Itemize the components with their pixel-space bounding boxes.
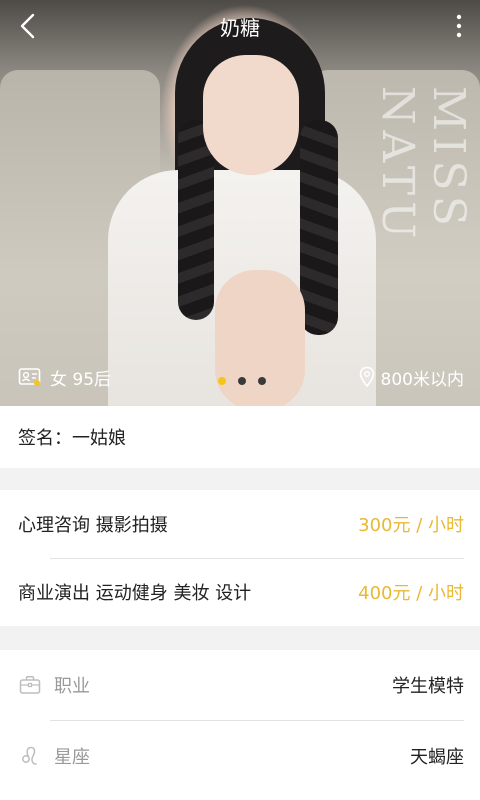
profile-photo[interactable]: MISS NATU 奶糖 女 95后 800米以内 (0, 0, 480, 406)
carousel-dot-active[interactable] (218, 377, 226, 385)
detail-label: 职业 (54, 676, 90, 697)
more-options-button[interactable] (444, 8, 474, 44)
service-name: 商业演出 运动健身 美妆 设计 (18, 583, 252, 604)
carousel-indicator (218, 377, 266, 385)
gender-age-info: 女 95后 (18, 364, 111, 390)
carousel-dot[interactable] (238, 377, 246, 385)
services-section: 心理咨询 摄影拍摄 300元 / 小时 商业演出 运动健身 美妆 设计 400元… (0, 490, 480, 626)
more-vertical-icon (456, 14, 462, 38)
detail-row-occupation: 职业 学生模特 (0, 650, 480, 720)
detail-label: 星座 (54, 747, 90, 768)
location-pin-icon (359, 366, 374, 388)
detail-row-zodiac: 星座 天蝎座 (0, 721, 480, 791)
service-item[interactable]: 商业演出 运动健身 美妆 设计 400元 / 小时 (0, 558, 480, 626)
top-bar: 奶糖 (0, 0, 480, 54)
distance-info: 800米以内 (359, 364, 464, 390)
page-title: 奶糖 (220, 16, 260, 40)
photo-subject-braid-right (300, 120, 338, 335)
signature-label: 签名： (18, 428, 72, 449)
gender-age-text: 女 95后 (50, 369, 112, 390)
signature-row: 签名： 一姑娘 (0, 406, 480, 468)
id-card-icon (18, 368, 41, 386)
signature-value: 一姑娘 (72, 428, 126, 449)
service-item[interactable]: 心理咨询 摄影拍摄 300元 / 小时 (0, 490, 480, 558)
detail-value: 天蝎座 (410, 747, 464, 768)
service-price: 300元 / 小时 (358, 515, 464, 536)
service-price: 400元 / 小时 (358, 583, 464, 604)
leo-zodiac-icon (18, 744, 42, 768)
distance-text: 800米以内 (380, 369, 464, 390)
photo-subject-face (203, 55, 299, 175)
carousel-dot[interactable] (258, 377, 266, 385)
photo-watermark: MISS NATU (372, 86, 474, 245)
briefcase-icon (18, 673, 42, 697)
profile-details-section: 职业 学生模特 星座 天蝎座 (0, 650, 480, 800)
service-name: 心理咨询 摄影拍摄 (18, 515, 168, 536)
photo-subject-arms (215, 270, 305, 406)
detail-value: 学生模特 (392, 676, 464, 697)
